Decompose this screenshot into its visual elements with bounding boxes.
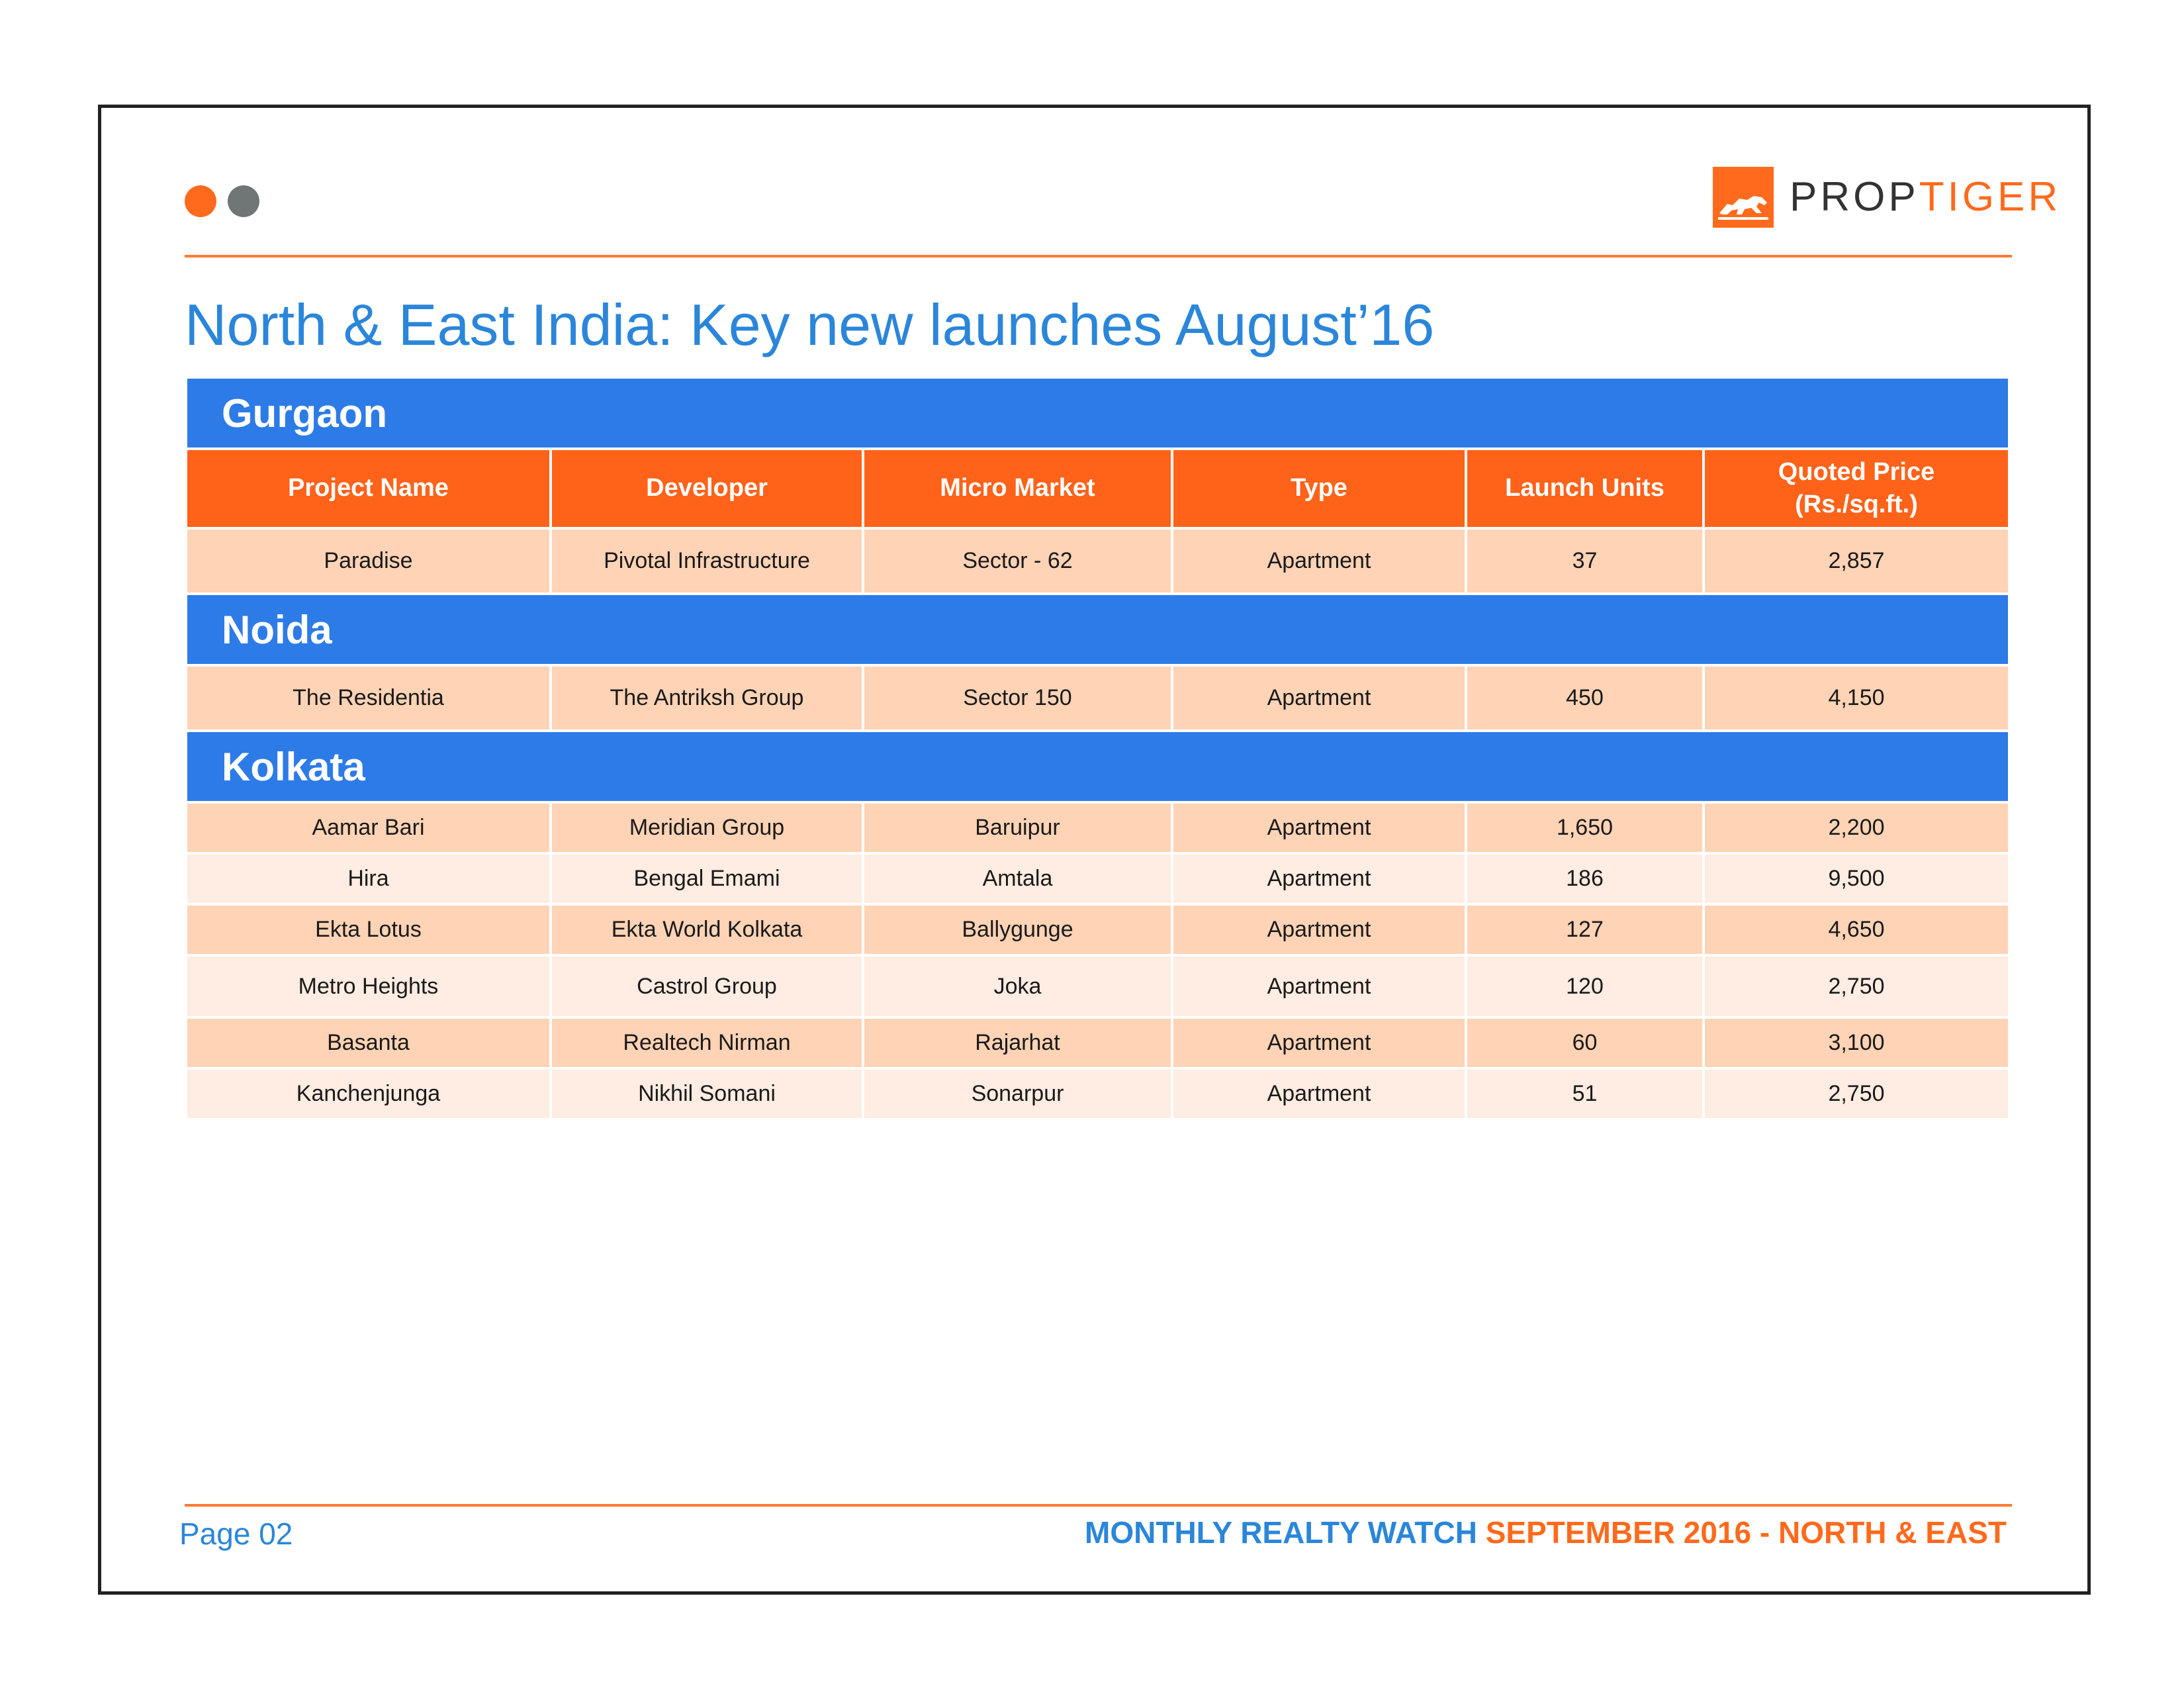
cell-quoted-price: 3,100 [1705, 1019, 2008, 1067]
cell-project-name: Ekta Lotus [187, 906, 549, 954]
cell-launch-units: 1,650 [1467, 804, 1702, 852]
cell-developer: Nikhil Somani [552, 1070, 862, 1118]
column-header-developer: Developer [552, 450, 862, 527]
cell-type: Apartment [1173, 855, 1465, 903]
table-row: Basanta Realtech Nirman Rajarhat Apartment 6… [187, 1019, 2008, 1067]
cell-project-name: The Residentia [187, 667, 549, 729]
cell-developer: Bengal Emami [552, 855, 862, 903]
cell-type: Apartment [1173, 530, 1465, 592]
city-header-row: Noida [187, 595, 2008, 664]
cell-quoted-price: 2,750 [1705, 1070, 2008, 1118]
column-header-row: Project Name Developer Micro Market Type Lau… [187, 450, 2008, 527]
table-row: Ekta Lotus Ekta World Kolkata Ballygunge Ap… [187, 906, 2008, 954]
proptiger-logo: PROPTIGER [1713, 167, 2061, 228]
cell-micro-market: Baruipur [864, 804, 1171, 852]
cell-micro-market: Joka [864, 957, 1171, 1016]
cell-launch-units: 127 [1467, 906, 1702, 954]
cell-project-name: Aamar Bari [187, 804, 549, 852]
logo-text-prop: PROP [1790, 174, 1919, 220]
cell-type: Apartment [1173, 957, 1465, 1016]
table-row: The Residentia The Antriksh Group Sector 1… [187, 667, 2008, 729]
column-header-micro-market: Micro Market [864, 450, 1171, 527]
cell-type: Apartment [1173, 1070, 1465, 1118]
tiger-icon [1713, 167, 1774, 228]
cell-quoted-price: 9,500 [1705, 855, 2008, 903]
city-header-row: Kolkata [187, 732, 2008, 801]
logo-text-tiger: TIGER [1919, 174, 2062, 220]
column-header-launch-units: Launch Units [1467, 450, 1702, 527]
table-row: Kanchenjunga Nikhil Somani Sonarpur Apartme… [187, 1070, 2008, 1118]
publication-title: MONTHLY REALTY WATCH SEPTEMBER 2016 - NO… [1085, 1515, 2007, 1551]
cell-micro-market: Sector - 62 [864, 530, 1171, 592]
cell-developer: Ekta World Kolkata [552, 906, 862, 954]
column-header-project-name: Project Name [187, 450, 549, 527]
header-divider [185, 255, 2012, 258]
cell-launch-units: 120 [1467, 957, 1702, 1016]
cell-project-name: Kanchenjunga [187, 1070, 549, 1118]
cell-quoted-price: 4,650 [1705, 906, 2008, 954]
cell-micro-market: Sector 150 [864, 667, 1171, 729]
cell-developer: Castrol Group [552, 957, 862, 1016]
city-header-row: Gurgaon [187, 379, 2008, 447]
cell-developer: The Antriksh Group [552, 667, 862, 729]
cell-micro-market: Rajarhat [864, 1019, 1171, 1067]
orange-dot-icon [185, 185, 216, 217]
cell-launch-units: 51 [1467, 1070, 1702, 1118]
table-row: Metro Heights Castrol Group Joka Apartment 1… [187, 957, 2008, 1016]
publication-edition: SEPTEMBER 2016 - NORTH & EAST [1485, 1515, 2007, 1550]
cell-micro-market: Ballygunge [864, 906, 1171, 954]
cell-quoted-price: 4,150 [1705, 667, 2008, 729]
publication-name: MONTHLY REALTY WATCH [1085, 1515, 1477, 1550]
city-name: Kolkata [187, 732, 2008, 801]
cell-type: Apartment [1173, 804, 1465, 852]
table-row: Paradise Pivotal Infrastructure Sector - 6… [187, 530, 2008, 592]
grey-dot-icon [228, 185, 259, 217]
column-header-quoted-price: Quoted Price (Rs./sq.ft.) [1705, 450, 2008, 527]
city-name: Gurgaon [187, 379, 2008, 447]
footer-divider [185, 1504, 2012, 1507]
cell-launch-units: 60 [1467, 1019, 1702, 1067]
cell-quoted-price: 2,750 [1705, 957, 2008, 1016]
table-row: Hira Bengal Emami Amtala Apartment 186 9,500 [187, 855, 2008, 903]
cell-launch-units: 37 [1467, 530, 1702, 592]
cell-project-name: Metro Heights [187, 957, 549, 1016]
table-row: Aamar Bari Meridian Group Baruipur Apartmen… [187, 804, 2008, 852]
cell-quoted-price: 2,857 [1705, 530, 2008, 592]
cell-launch-units: 450 [1467, 667, 1702, 729]
cell-project-name: Paradise [187, 530, 549, 592]
page-title: North & East India: Key new launches Aug… [185, 292, 1435, 357]
cell-developer: Pivotal Infrastructure [552, 530, 862, 592]
cell-developer: Realtech Nirman [552, 1019, 862, 1067]
cell-type: Apartment [1173, 1019, 1465, 1067]
cell-micro-market: Amtala [864, 855, 1171, 903]
cell-project-name: Hira [187, 855, 549, 903]
cell-micro-market: Sonarpur [864, 1070, 1171, 1118]
cell-developer: Meridian Group [552, 804, 862, 852]
cell-launch-units: 186 [1467, 855, 1702, 903]
cell-type: Apartment [1173, 667, 1465, 729]
cell-project-name: Basanta [187, 1019, 549, 1067]
cell-quoted-price: 2,200 [1705, 804, 2008, 852]
launches-table: Gurgaon Project Name Developer Micro Market… [185, 376, 2011, 1121]
column-header-type: Type [1173, 450, 1465, 527]
cell-type: Apartment [1173, 906, 1465, 954]
page-number: Page 02 [179, 1517, 293, 1551]
city-name: Noida [187, 595, 2008, 664]
